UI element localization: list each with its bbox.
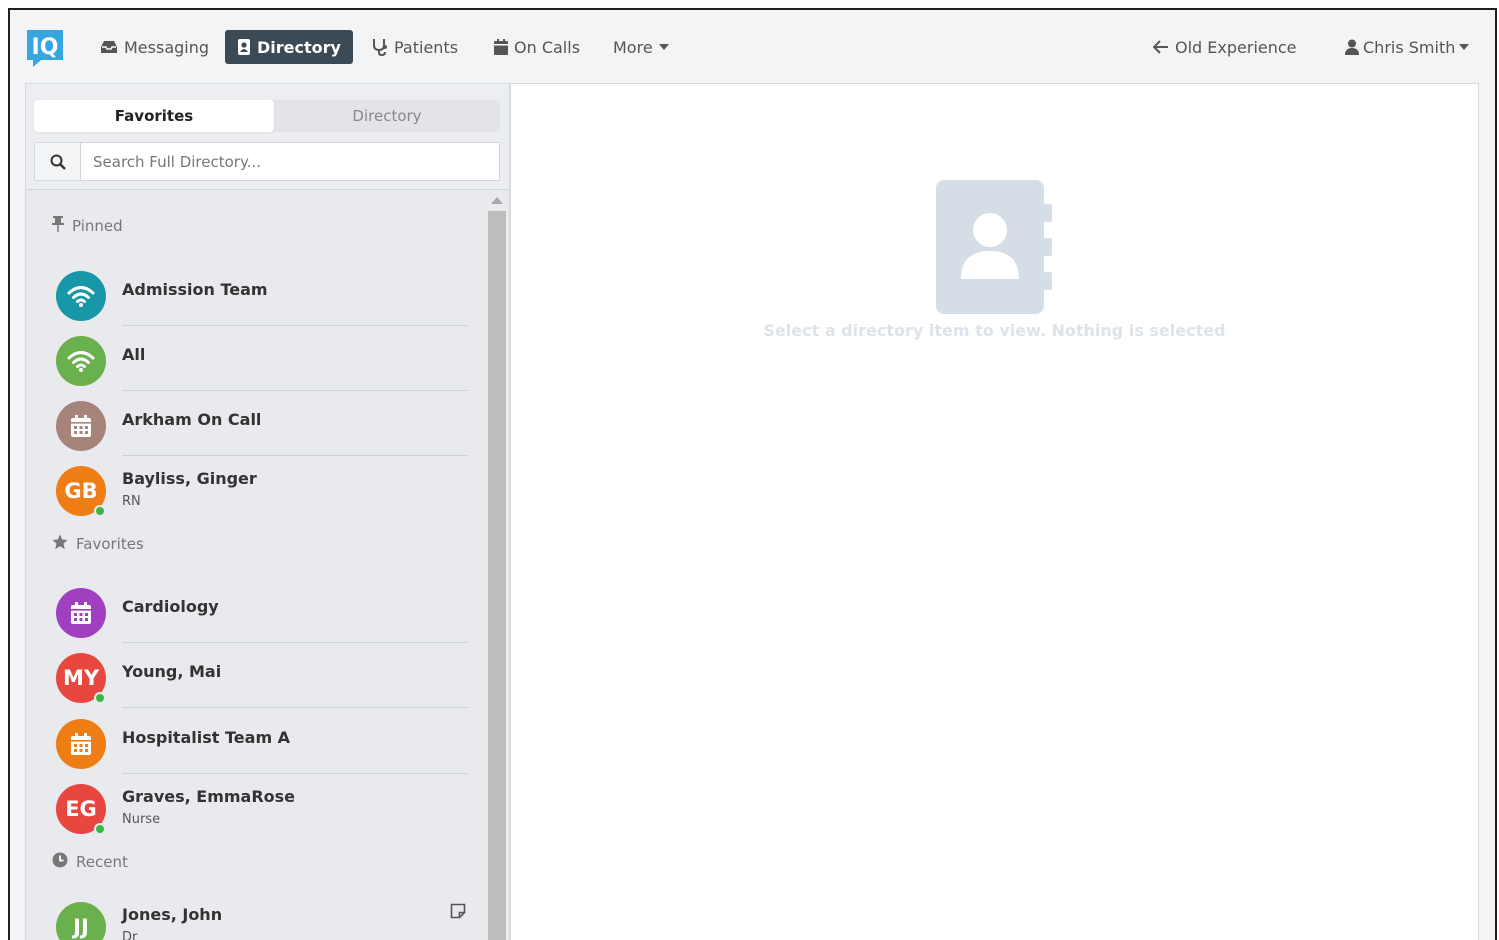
list-scrollbar[interactable] — [486, 191, 508, 940]
section-favorites-label: Favorites — [76, 535, 144, 553]
directory-sidebar: Favorites Directory Pinned — [25, 83, 510, 940]
old-experience-label: Old Experience — [1175, 37, 1297, 57]
nav-more-dropdown[interactable]: More — [601, 30, 681, 64]
detail-panel: Select a directory item to view. Nothing… — [510, 83, 1479, 940]
calendar-icon — [56, 401, 106, 451]
iq-logo[interactable]: IQ — [24, 27, 66, 67]
address-book-icon — [936, 180, 1054, 318]
list-item[interactable]: Admission Team — [56, 264, 468, 326]
divider — [122, 773, 468, 774]
tab-switcher: Favorites Directory — [34, 100, 500, 132]
empty-state-message: Select a directory item to view. Nothing… — [763, 321, 1226, 340]
section-recent-label: Recent — [76, 853, 128, 871]
list-item[interactable]: Hospitalist Team A — [56, 712, 468, 774]
list-item[interactable]: Cardiology — [56, 581, 468, 643]
contact-name: Cardiology — [122, 597, 219, 616]
nav-patients[interactable]: Patients — [360, 30, 470, 64]
note-icon[interactable] — [450, 903, 466, 923]
online-status-dot — [94, 505, 106, 517]
stethoscope-icon — [372, 38, 388, 56]
tab-directory[interactable]: Directory — [274, 100, 500, 132]
calendar-icon — [56, 588, 106, 638]
list-item[interactable]: GB Bayliss, Ginger RN — [56, 459, 468, 521]
divider — [122, 325, 468, 326]
search-icon[interactable] — [35, 143, 81, 180]
scroll-up-arrow-icon[interactable] — [491, 197, 503, 204]
list-item[interactable]: MY Young, Mai — [56, 646, 468, 708]
avatar: JJ — [56, 902, 106, 940]
nav-messaging-label: Messaging — [124, 37, 210, 57]
calendar-icon — [494, 39, 508, 55]
divider — [122, 455, 468, 456]
contact-role: RN — [122, 494, 141, 509]
calendar-icon — [56, 719, 106, 769]
sidebar-header: Favorites Directory — [26, 84, 509, 190]
clock-icon — [52, 852, 68, 872]
broadcast-icon — [56, 271, 106, 321]
user-name: Chris Smith — [1363, 37, 1456, 57]
list-item[interactable]: All — [56, 329, 468, 391]
user-menu-dropdown[interactable]: Chris Smith — [1333, 30, 1481, 64]
app-window: IQ Messaging Directory Patients On Calls… — [8, 8, 1497, 940]
arrow-left-icon — [1153, 40, 1169, 54]
contact-name: Young, Mai — [122, 662, 222, 681]
list-item[interactable]: EG Graves, EmmaRose Nurse — [56, 777, 468, 839]
divider — [122, 642, 468, 643]
list-item[interactable]: Arkham On Call — [56, 394, 468, 456]
caret-down-icon — [1459, 44, 1470, 50]
directory-list: Pinned Admission Team All Arkham On Call… — [26, 191, 484, 940]
star-icon — [52, 534, 68, 554]
top-navbar: IQ Messaging Directory Patients On Calls… — [10, 10, 1495, 82]
section-pinned: Pinned — [52, 216, 123, 236]
contact-name: Bayliss, Ginger — [122, 469, 257, 488]
contact-name: Arkham On Call — [122, 410, 262, 429]
online-status-dot — [94, 823, 106, 835]
contact-name: Hospitalist Team A — [122, 728, 291, 747]
online-status-dot — [94, 692, 106, 704]
nav-more-label: More — [613, 37, 653, 57]
nav-directory-label: Directory — [257, 37, 341, 57]
old-experience-link[interactable]: Old Experience — [1141, 30, 1309, 64]
contact-role: Dr — [122, 930, 138, 940]
search-box — [34, 142, 500, 181]
section-pinned-label: Pinned — [72, 217, 123, 235]
contact-name: Graves, EmmaRose — [122, 787, 296, 806]
user-icon — [1345, 39, 1359, 55]
contact-name: All — [122, 345, 146, 364]
pin-icon — [52, 216, 64, 236]
divider — [122, 707, 468, 708]
address-book-icon — [237, 39, 251, 55]
nav-patients-label: Patients — [394, 37, 459, 57]
scrollbar-thumb[interactable] — [488, 211, 506, 940]
section-favorites: Favorites — [52, 534, 144, 554]
tab-favorites[interactable]: Favorites — [34, 100, 274, 132]
search-input[interactable] — [83, 143, 493, 180]
divider — [122, 390, 468, 391]
contact-name: Jones, John — [122, 905, 223, 924]
inbox-icon — [100, 40, 118, 54]
broadcast-icon — [56, 336, 106, 386]
nav-messaging[interactable]: Messaging — [88, 30, 221, 64]
logo-text: IQ — [32, 35, 59, 60]
contact-name: Admission Team — [122, 280, 268, 299]
caret-down-icon — [658, 44, 669, 50]
list-item[interactable]: JJ Jones, John Dr — [56, 895, 468, 940]
nav-on-calls[interactable]: On Calls — [482, 30, 592, 64]
nav-directory[interactable]: Directory — [225, 30, 353, 64]
section-recent: Recent — [52, 852, 128, 872]
contact-role: Nurse — [122, 812, 161, 827]
nav-on-calls-label: On Calls — [514, 37, 581, 57]
